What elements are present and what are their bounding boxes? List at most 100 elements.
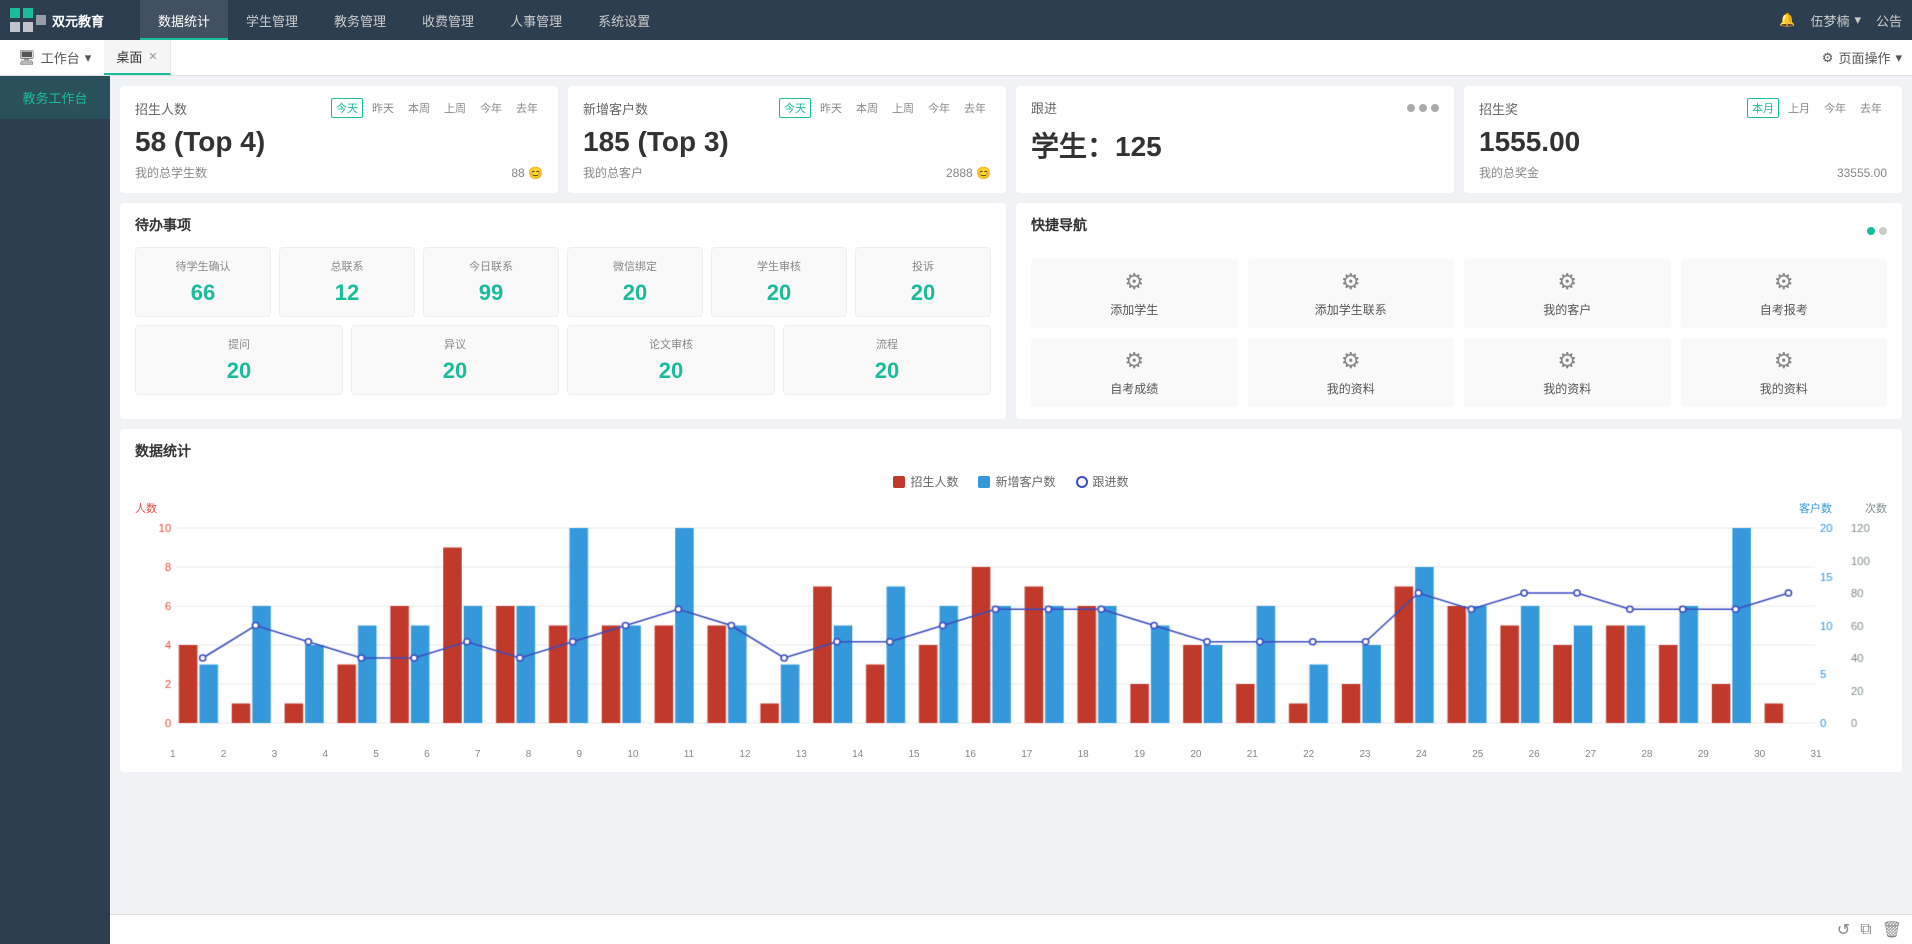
time-filter[interactable]: 今天 bbox=[331, 98, 363, 118]
quick-nav-icon: ⚙ bbox=[1557, 348, 1577, 374]
time-filter[interactable]: 今年 bbox=[1819, 98, 1851, 118]
pending-item-5[interactable]: 投诉 20 bbox=[855, 247, 991, 317]
time-filter[interactable]: 上周 bbox=[887, 98, 919, 118]
nav-item-人事管理[interactable]: 人事管理 bbox=[492, 0, 580, 40]
quick-item-5[interactable]: ⚙ 我的资料 bbox=[1248, 338, 1455, 407]
time-filter[interactable]: 今年 bbox=[923, 98, 955, 118]
nav-item-学生管理[interactable]: 学生管理 bbox=[228, 0, 316, 40]
time-filter[interactable]: 本周 bbox=[403, 98, 435, 118]
x-label: 30 bbox=[1754, 749, 1765, 760]
pending-item-2[interactable]: 今日联系 99 bbox=[423, 247, 559, 317]
pending-item-4[interactable]: 学生审核 20 bbox=[711, 247, 847, 317]
page-ops-button[interactable]: ⚙ 页面操作 ▾ bbox=[1822, 48, 1902, 67]
bottom-toolbar: ↺ ⧉ 🗑 bbox=[110, 914, 1912, 944]
quick-item-1[interactable]: ⚙ 添加学生联系 bbox=[1248, 259, 1455, 328]
x-label: 4 bbox=[322, 749, 328, 760]
time-filter[interactable]: 今天 bbox=[779, 98, 811, 118]
quick-item-3[interactable]: ⚙ 自考报考 bbox=[1681, 259, 1888, 328]
x-label: 16 bbox=[965, 749, 976, 760]
quick-nav-icon: ⚙ bbox=[1774, 348, 1794, 374]
quick-grid: ⚙ 添加学生 ⚙ 添加学生联系 ⚙ 我的客户 ⚙ 自考报考 ⚙ 自考成绩 ⚙ 我… bbox=[1031, 259, 1887, 407]
notice-btn[interactable]: 公告 bbox=[1876, 11, 1902, 30]
quick-item-0[interactable]: ⚙ 添加学生 bbox=[1031, 259, 1238, 328]
stat-dots bbox=[1407, 104, 1439, 112]
time-filter[interactable]: 去年 bbox=[959, 98, 991, 118]
x-label: 15 bbox=[908, 749, 919, 760]
stat-value: 58 (Top 4) bbox=[135, 126, 543, 158]
pending-value: 12 bbox=[288, 280, 406, 306]
quick-nav-icon: ⚙ bbox=[1124, 348, 1144, 374]
time-filter[interactable]: 去年 bbox=[1855, 98, 1887, 118]
time-filter[interactable]: 本月 bbox=[1747, 98, 1779, 118]
time-filter[interactable]: 昨天 bbox=[367, 98, 399, 118]
pending-item-3[interactable]: 微信绑定 20 bbox=[567, 247, 703, 317]
sidebar-item-label: 教务工作台 bbox=[22, 91, 87, 106]
x-label: 25 bbox=[1472, 749, 1483, 760]
trash-icon[interactable]: 🗑 bbox=[1882, 920, 1902, 940]
pending-label: 论文审核 bbox=[576, 336, 766, 352]
quick-item-6[interactable]: ⚙ 我的资料 bbox=[1464, 338, 1671, 407]
x-label: 8 bbox=[526, 749, 532, 760]
pending-item-r2-1[interactable]: 异议 20 bbox=[351, 325, 559, 395]
y-axis-far-right-label: 次数 bbox=[1865, 500, 1887, 516]
nav-item-系统设置[interactable]: 系统设置 bbox=[580, 0, 668, 40]
pending-item-r2-3[interactable]: 流程 20 bbox=[783, 325, 991, 395]
data-stats-title: 数据统计 bbox=[135, 441, 1887, 461]
stats-row: 招生人数 今天昨天本周上周今年去年 58 (Top 4) 我的总学生数 88 😊… bbox=[120, 86, 1902, 193]
stat-footer-label: 我的总学生数 bbox=[135, 164, 207, 181]
time-filter[interactable]: 今年 bbox=[475, 98, 507, 118]
pending-label: 异议 bbox=[360, 336, 550, 352]
x-label: 11 bbox=[684, 749, 694, 760]
user-menu[interactable]: 伍梦楠 ▾ bbox=[1810, 11, 1861, 30]
stat-card-3: 招生奖 本月上月今年去年 1555.00 我的总奖金 33555.00 bbox=[1464, 86, 1902, 193]
nav-item-数据统计[interactable]: 数据统计 bbox=[140, 0, 228, 40]
stat-footer: 我的总学生数 88 😊 bbox=[135, 164, 543, 181]
logo-text: 双元教育 bbox=[52, 11, 104, 30]
stat-card-title: 招生人数 bbox=[135, 99, 187, 118]
main-layout: 教务工作台 招生人数 今天昨天本周上周今年去年 58 (Top 4) 我的总学生… bbox=[0, 76, 1912, 944]
dot bbox=[1419, 104, 1427, 112]
pending-label: 总联系 bbox=[288, 258, 406, 274]
copy-icon[interactable]: ⧉ bbox=[1860, 921, 1871, 939]
quick-item-2[interactable]: ⚙ 我的客户 bbox=[1464, 259, 1671, 328]
quick-nav-card: 快捷导航 ⚙ 添加学生 ⚙ 添加学生联系 ⚙ 我的客户 ⚙ 自考报考 ⚙ 自考成… bbox=[1016, 203, 1902, 419]
gear-icon: ⚙ bbox=[1822, 50, 1834, 66]
quick-item-7[interactable]: ⚙ 我的资料 bbox=[1681, 338, 1888, 407]
legend-label: 新增客户数 bbox=[995, 473, 1055, 490]
time-filter[interactable]: 上月 bbox=[1783, 98, 1815, 118]
stat-footer: 我的总奖金 33555.00 bbox=[1479, 164, 1887, 181]
quick-item-4[interactable]: ⚙ 自考成绩 bbox=[1031, 338, 1238, 407]
legend-item-0: 招生人数 bbox=[893, 473, 958, 490]
pending-item-1[interactable]: 总联系 12 bbox=[279, 247, 415, 317]
nav-item-教务管理[interactable]: 教务管理 bbox=[316, 0, 404, 40]
x-label: 28 bbox=[1641, 749, 1652, 760]
pending-label: 待学生确认 bbox=[144, 258, 262, 274]
time-filter[interactable]: 上周 bbox=[439, 98, 471, 118]
workspace-button[interactable]: 🖥 工作台 ▾ bbox=[10, 48, 99, 67]
pending-item-r2-0[interactable]: 提问 20 bbox=[135, 325, 343, 395]
quick-item-label: 自考成绩 bbox=[1110, 380, 1158, 397]
notification-icon[interactable]: 🔔 bbox=[1779, 12, 1795, 28]
tab-label: 桌面 bbox=[116, 47, 142, 66]
pending-item-0[interactable]: 待学生确认 66 bbox=[135, 247, 271, 317]
stat-card-title: 招生奖 bbox=[1479, 99, 1518, 118]
time-filter[interactable]: 去年 bbox=[511, 98, 543, 118]
x-label: 6 bbox=[424, 749, 430, 760]
refresh-icon[interactable]: ↺ bbox=[1837, 920, 1850, 940]
quick-item-label: 我的资料 bbox=[1760, 380, 1808, 397]
stat-card-1: 新增客户数 今天昨天本周上周今年去年 185 (Top 3) 我的总客户 288… bbox=[568, 86, 1006, 193]
stat-card-header: 新增客户数 今天昨天本周上周今年去年 bbox=[583, 98, 991, 118]
time-filter[interactable]: 本周 bbox=[851, 98, 883, 118]
time-filter[interactable]: 昨天 bbox=[815, 98, 847, 118]
sidebar-item-edu-workspace[interactable]: 教务工作台 bbox=[0, 76, 110, 119]
tab-close-icon[interactable]: ✕ bbox=[148, 50, 157, 63]
stat-card-header: 招生人数 今天昨天本周上周今年去年 bbox=[135, 98, 543, 118]
pending-item-r2-2[interactable]: 论文审核 20 bbox=[567, 325, 775, 395]
nav-item-收费管理[interactable]: 收费管理 bbox=[404, 0, 492, 40]
x-label: 27 bbox=[1585, 749, 1596, 760]
dot bbox=[1407, 104, 1415, 112]
legend-item-1: 新增客户数 bbox=[978, 473, 1055, 490]
x-label: 5 bbox=[373, 749, 379, 760]
tab-desktop[interactable]: 桌面 ✕ bbox=[104, 40, 170, 75]
x-label: 31 bbox=[1810, 749, 1821, 760]
